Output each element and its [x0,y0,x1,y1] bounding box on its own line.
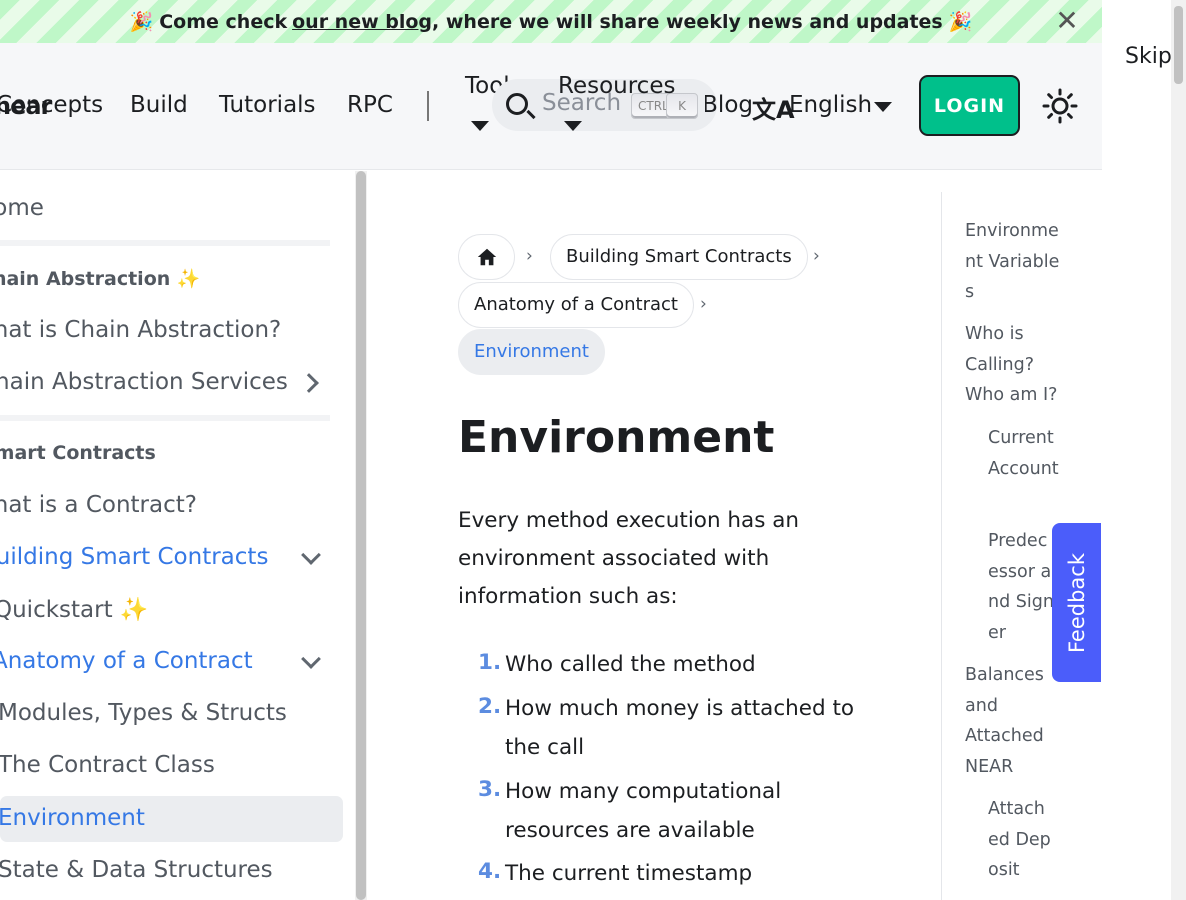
nav-tutorials[interactable]: Tutorials [219,92,316,118]
breadcrumb-building[interactable]: Building Smart Contracts [550,234,808,280]
toc-predecessor-signer[interactable]: Predecessor and Signer [988,526,1058,648]
sidebar-divider [0,415,330,421]
chevron-right-icon[interactable] [299,373,319,393]
sidebar-scrollbar-thumb[interactable] [356,171,366,900]
announcement-prefix: Come check [159,10,288,33]
list-item: The current timestamp [505,861,753,886]
login-button[interactable]: LOGIN [919,75,1020,136]
sidebar-scrollbar[interactable] [355,171,367,900]
home-icon [477,248,497,266]
list-item: How many computational resources are ava… [505,779,782,843]
breadcrumb-separator: › [700,294,707,314]
sidebar-divider [0,240,330,246]
language-selector[interactable]: English [789,92,872,118]
list-number: 4. [478,859,502,884]
breadcrumb-home[interactable] [458,234,515,280]
resources-caret-icon [564,121,582,131]
breadcrumb-separator: › [526,246,533,266]
sidebar-item-home[interactable]: Home [0,195,44,221]
search-icon [506,93,528,115]
chevron-down-icon[interactable] [301,649,321,669]
nav-concepts[interactable]: Concepts [0,92,103,118]
toc-current-account[interactable]: Current Account [988,423,1060,484]
toc-divider [941,192,942,900]
nav-rpc[interactable]: RPC [347,92,393,118]
sidebar-item-building[interactable]: Building Smart Contracts [0,544,268,570]
list-number: 1. [478,650,502,675]
breadcrumb-environment: Environment [458,329,605,375]
announcement-suffix: , where we will share weekly news and up… [432,10,943,33]
sidebar-item-quickstart[interactable]: Quickstart ✨ [0,596,149,623]
toc-balances[interactable]: Balances and Attached NEAR [965,660,1055,782]
nav-resources[interactable]: Resources [558,73,675,99]
sidebar-item-what-chain-abstraction[interactable]: What is Chain Abstraction? [0,317,281,343]
breadcrumb-separator: › [813,246,820,266]
sidebar-item-environment[interactable]: Environment [0,805,145,831]
language-caret-icon [874,102,892,112]
party-emoji-right: 🎉 [948,11,973,33]
sidebar: Home Chain Abstraction ✨ What is Chain A… [0,171,355,900]
nav-blog[interactable]: Blog [705,92,753,118]
page-scrollbar[interactable] [1171,0,1186,900]
sidebar-item-chain-services[interactable]: Chain Abstraction Services [0,369,288,395]
breadcrumb-anatomy[interactable]: Anatomy of a Contract [458,282,694,328]
sidebar-item-what-is-contract[interactable]: What is a Contract? [0,492,197,518]
navbar: near Concepts Build Tutorials RPC Tools … [0,43,1102,170]
sidebar-item-anatomy[interactable]: Anatomy of a Contract [0,648,253,674]
nav-blog-label: Blog [705,92,753,118]
list-number: 3. [478,777,502,802]
sidebar-item-state[interactable]: State & Data Structures [0,857,273,883]
sidebar-category-chain-abstraction: Chain Abstraction ✨ [0,268,201,290]
sun-icon[interactable] [1042,88,1078,124]
toc-environment-variables[interactable]: Environment Variables [965,216,1065,308]
list-item: Who called the method [505,652,756,677]
list-item: How much money is attached to the call [505,696,855,760]
toc-attached-deposit[interactable]: Attached Deposit [988,794,1053,886]
page-title: Environment [458,412,775,463]
nav-divider [427,91,429,121]
feedback-label: Feedback [1064,552,1089,653]
sidebar-item-modules[interactable]: Modules, Types & Structs [0,700,287,726]
announcement-bar: 🎉 Come check our new blog , where we wil… [0,0,1102,43]
party-emoji-left: 🎉 [129,11,154,33]
sidebar-item-contract-class[interactable]: The Contract Class [0,752,215,778]
close-icon[interactable]: ✕ [1054,7,1080,35]
blog-link[interactable]: our new blog [292,11,432,33]
list-number: 2. [478,694,502,719]
chevron-down-icon[interactable] [301,545,321,565]
tools-caret-icon [471,121,489,131]
page-scrollbar-thumb[interactable] [1174,6,1183,84]
toc-who-is-calling[interactable]: Who is Calling? Who am I? [965,319,1060,411]
intro-paragraph: Every method execution has an environmen… [458,508,800,609]
nav-build[interactable]: Build [130,92,188,118]
sidebar-category-smart-contracts: Smart Contracts [0,442,156,464]
skip-to-content-link[interactable]: Skip to main content [1125,38,1175,76]
feedback-button[interactable]: Feedback [1052,523,1101,682]
